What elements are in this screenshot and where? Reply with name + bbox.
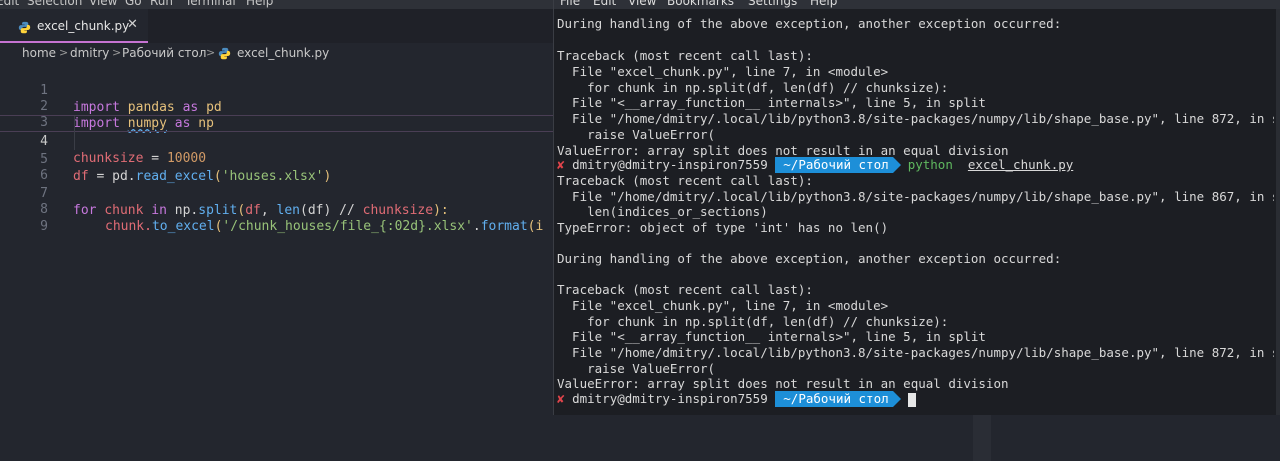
prompt-directory: ~/Рабочий стол xyxy=(775,391,902,407)
menu-view[interactable]: View xyxy=(89,0,117,8)
operator: . xyxy=(472,219,481,234)
menu-run[interactable]: Run xyxy=(150,0,173,8)
prompt-user-host: dmitry@dmitry-inspiron7559 xyxy=(572,391,768,406)
menu-edit[interactable]: Edit xyxy=(0,0,19,8)
code-line: 1 import pandas as pd xyxy=(0,65,560,115)
code-line: 6 xyxy=(0,150,560,183)
menu-help[interactable]: Help xyxy=(810,0,837,8)
code-line: 5 df = pd.read_excel('houses.xlsx') xyxy=(0,134,560,184)
editor-menu-bar: Edit Selection View Go Run Terminal Help xyxy=(0,0,560,9)
output-line: During handling of the above exception, … xyxy=(557,251,1062,266)
text-cursor[interactable] xyxy=(907,392,916,407)
argument: (i xyxy=(527,219,544,234)
chevron-right-icon: > xyxy=(59,46,69,59)
menu-edit[interactable]: Edit xyxy=(593,0,616,8)
prompt-user-host: dmitry@dmitry-inspiron7559 xyxy=(572,157,768,172)
menu-settings[interactable]: Settings xyxy=(748,0,797,8)
menu-help[interactable]: Help xyxy=(246,0,273,8)
output-line: raise ValueError( xyxy=(557,361,716,376)
menu-selection[interactable]: Selection xyxy=(27,0,82,8)
terminal-window[interactable]: File Edit View Bookmarks Settings Help D… xyxy=(553,0,1280,415)
code-line: 8 chunk.to_excel('/chunk_houses/file_{:0… xyxy=(0,184,560,234)
output-line: for chunk in np.split(df, len(df) // chu… xyxy=(557,314,949,329)
python-file-icon xyxy=(18,21,31,34)
terminal-output[interactable]: During handling of the above exception, … xyxy=(554,9,1274,415)
breadcrumb: home > dmitry > Рабочий стол > excel_chu… xyxy=(0,43,560,65)
chevron-right-icon: > xyxy=(112,46,122,59)
chevron-right-icon: > xyxy=(206,46,216,59)
code-line: 7 for chunk in np.split(df, len(df) // c… xyxy=(0,168,560,218)
prompt-directory: ~/Рабочий стол xyxy=(775,157,902,173)
prompt-command: python xyxy=(907,157,953,172)
tab-label: excel_chunk.py xyxy=(37,19,130,33)
output-line: ValueError: array split does not result … xyxy=(557,376,1009,391)
line-number: 9 xyxy=(40,219,48,234)
prompt-argument: excel_chunk.py xyxy=(967,157,1074,172)
output-line: Traceback (most recent call last): xyxy=(557,173,813,188)
string-literal: '/chunk_houses/file_{:02d}.xlsx' xyxy=(222,219,473,234)
close-icon[interactable]: ✕ xyxy=(127,18,138,31)
editor-tab-bar: excel_chunk.py ✕ xyxy=(0,9,560,43)
function-name: format xyxy=(480,219,528,234)
error-status-icon: ✘ xyxy=(557,391,565,406)
breadcrumb-desktop[interactable]: Рабочий стол xyxy=(122,46,206,60)
terminal-scrollbar[interactable] xyxy=(1276,9,1280,415)
code-area[interactable]: 1 import pandas as pd 2 import numpy as … xyxy=(0,65,560,461)
tab-excel-chunk[interactable]: excel_chunk.py ✕ xyxy=(0,9,148,43)
shell-prompt: ✘ dmitry@dmitry-inspiron7559 ~/Рабочий с… xyxy=(557,391,916,407)
menu-terminal[interactable]: Terminal xyxy=(185,0,236,8)
output-line: raise ValueError( xyxy=(557,127,716,142)
menu-go[interactable]: Go xyxy=(125,0,142,8)
line-content: chunk.to_excel('/chunk_houses/file_{:02d… xyxy=(105,218,543,235)
output-line: for chunk in np.split(df, len(df) // chu… xyxy=(557,80,949,95)
code-line: 9 xyxy=(0,201,560,234)
breadcrumb-file[interactable]: excel_chunk.py xyxy=(237,46,329,60)
output-line: File "/home/dmitry/.local/lib/python3.8/… xyxy=(557,345,1274,360)
indent-guide xyxy=(74,116,75,150)
menu-bookmarks[interactable]: Bookmarks xyxy=(667,0,734,8)
output-line: len(indices_or_sections) xyxy=(557,204,768,219)
menu-view[interactable]: View xyxy=(628,0,656,8)
shell-prompt: ✘ dmitry@dmitry-inspiron7559 ~/Рабочий с… xyxy=(557,157,1073,173)
output-line: TypeError: object of type 'int' has no l… xyxy=(557,220,889,235)
output-line: File "excel_chunk.py", line 7, in <modul… xyxy=(557,298,889,313)
object: chunk. xyxy=(105,219,152,234)
breadcrumb-home[interactable]: home xyxy=(22,46,56,60)
code-line: 2 import numpy as np xyxy=(0,81,560,131)
output-line: File "<__array_function__ internals>", l… xyxy=(557,329,986,344)
python-file-icon xyxy=(218,47,231,60)
code-line: 3 xyxy=(0,97,560,130)
output-line: Traceback (most recent call last): xyxy=(557,48,813,63)
output-line: File "excel_chunk.py", line 7, in <modul… xyxy=(557,64,889,79)
output-line: File "/home/dmitry/.local/lib/python3.8/… xyxy=(557,189,1274,204)
error-status-icon: ✘ xyxy=(557,157,565,172)
output-line: During handling of the above exception, … xyxy=(557,16,1062,31)
output-line: File "<__array_function__ internals>", l… xyxy=(557,95,986,110)
menu-file[interactable]: File xyxy=(560,0,580,8)
editor-scrollbar[interactable] xyxy=(973,415,991,461)
function-name: to_excel xyxy=(151,219,215,234)
output-line: File "/home/dmitry/.local/lib/python3.8/… xyxy=(557,111,1274,126)
terminal-menu-bar: File Edit View Bookmarks Settings Help xyxy=(554,0,1280,9)
code-line-current: 4 chunksize = 10000 xyxy=(0,115,560,166)
breadcrumb-dmitry[interactable]: dmitry xyxy=(70,46,109,60)
output-line: Traceback (most recent call last): xyxy=(557,282,813,297)
